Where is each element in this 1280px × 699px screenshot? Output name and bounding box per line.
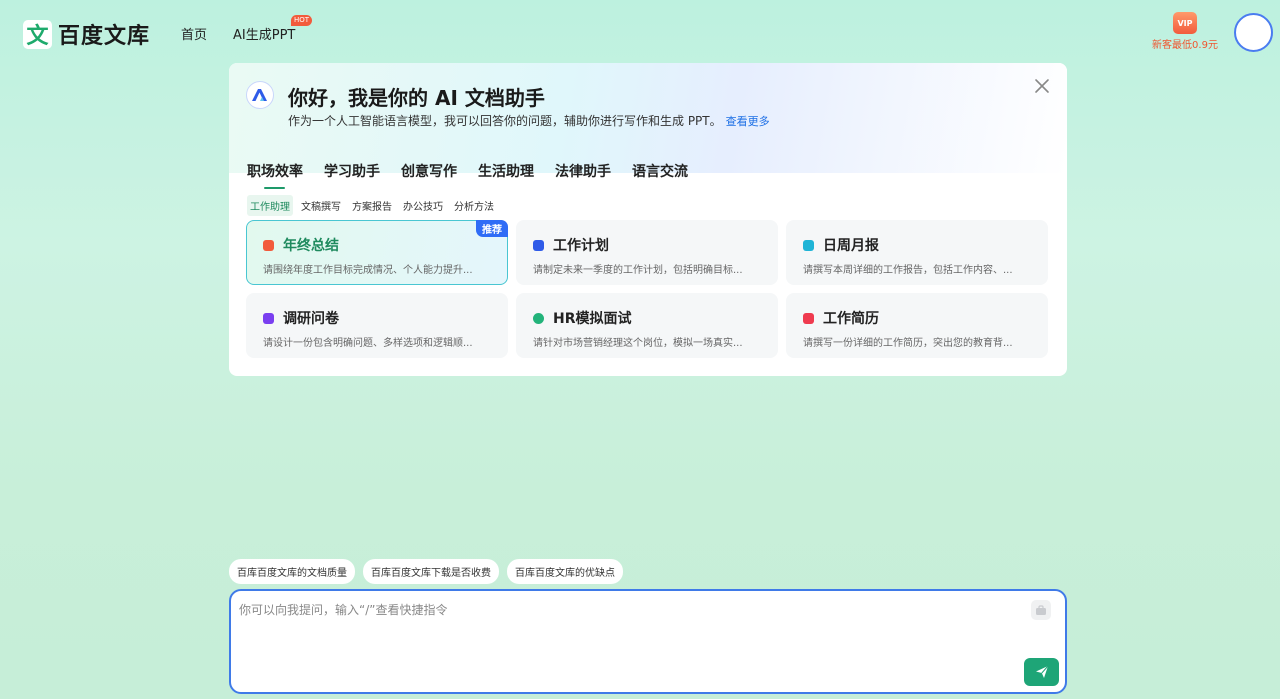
suggestion-chip[interactable]: 百库百度文库的优缺点 <box>507 559 623 584</box>
tab-legal[interactable]: 法律助手 <box>555 161 611 189</box>
baidu-wenku-logo[interactable]: 文 百度文库 <box>23 18 150 50</box>
prompt-title: 调研问卷 <box>283 311 339 327</box>
subtab-drafting[interactable]: 文稿撰写 <box>298 195 344 216</box>
logo-mark: 文 <box>23 19 52 49</box>
prompt-title: 日周月报 <box>823 238 879 254</box>
send-icon <box>1035 665 1048 678</box>
close-icon[interactable] <box>1033 77 1051 95</box>
prompt-description: 请围绕年度工作目标完成情况、个人能力提升... <box>263 265 473 276</box>
tab-life[interactable]: 生活助理 <box>478 161 534 189</box>
toolbox-icon[interactable] <box>1031 600 1051 620</box>
prompt-card-work-plan[interactable]: 工作计划 请制定未来一季度的工作计划，包括明确目标... <box>516 220 778 285</box>
ai-assistant-logo-icon <box>246 81 274 109</box>
prompt-title: 工作计划 <box>553 238 609 254</box>
chat-input[interactable] <box>239 601 1019 681</box>
survey-icon <box>263 312 274 324</box>
prompt-title: 年终总结 <box>283 238 339 254</box>
subtab-office-tips[interactable]: 办公技巧 <box>400 195 446 216</box>
assistant-title: 你好，我是你的 AI 文档助手 <box>288 86 545 110</box>
subtab-work-assistant[interactable]: 工作助理 <box>247 195 293 216</box>
chat-input-box <box>229 589 1067 694</box>
prompt-description: 请制定未来一季度的工作计划，包括明确目标... <box>533 265 743 276</box>
prompt-card-hr-interview[interactable]: HR模拟面试 请针对市场营销经理这个岗位，模拟一场真实... <box>516 293 778 358</box>
chart-icon <box>263 239 274 251</box>
vip-promo[interactable]: VIP 新客最低0.9元 <box>1150 12 1220 51</box>
subcategory-tabs: 工作助理 文稿撰写 方案报告 办公技巧 分析方法 <box>247 195 497 216</box>
assistant-card: 你好，我是你的 AI 文档助手 作为一个人工智能语言模型，我可以回答你的问题，辅… <box>229 63 1067 376</box>
prompt-description: 请撰写一份详细的工作简历，突出您的教育背... <box>803 338 1013 349</box>
tab-creative-writing[interactable]: 创意写作 <box>401 161 457 189</box>
interview-icon <box>533 312 544 324</box>
tab-workplace[interactable]: 职场效率 <box>247 161 303 189</box>
tab-language[interactable]: 语言交流 <box>632 161 688 189</box>
prompt-title: 工作简历 <box>823 311 879 327</box>
subtab-proposal-report[interactable]: 方案报告 <box>349 195 395 216</box>
prompt-description: 请撰写本周详细的工作报告，包括工作内容、... <box>803 265 1013 276</box>
assistant-subtitle-text: 作为一个人工智能语言模型，我可以回答你的问题，辅助你进行写作和生成 PPT。 <box>288 114 722 128</box>
prompt-card-periodic-report[interactable]: 日周月报 请撰写本周详细的工作报告，包括工作内容、... <box>786 220 1048 285</box>
prompt-title: HR模拟面试 <box>553 311 632 327</box>
recommended-badge: 推荐 <box>476 220 508 237</box>
prompt-card-survey[interactable]: 调研问卷 请设计一份包含明确问题、多样选项和逻辑顺... <box>246 293 508 358</box>
resume-icon <box>803 312 814 324</box>
prompt-description: 请针对市场营销经理这个岗位，模拟一场真实... <box>533 338 743 349</box>
subtab-analysis-methods[interactable]: 分析方法 <box>451 195 497 216</box>
prompt-card-year-end-summary[interactable]: 推荐 年终总结 请围绕年度工作目标完成情况、个人能力提升... <box>246 220 508 285</box>
suggestion-chip[interactable]: 百库百度文库的文档质量 <box>229 559 355 584</box>
nav-ai-ppt-link[interactable]: AI生成PPT <box>233 24 295 43</box>
prompt-cards: 推荐 年终总结 请围绕年度工作目标完成情况、个人能力提升... 工作计划 请制定… <box>246 220 1049 358</box>
vip-promo-label: 新客最低0.9元 <box>1152 40 1218 51</box>
suggestion-chip[interactable]: 百库百度文库下载是否收费 <box>363 559 499 584</box>
assistant-subtitle: 作为一个人工智能语言模型，我可以回答你的问题，辅助你进行写作和生成 PPT。 查看… <box>288 112 770 129</box>
vip-gift-icon: VIP <box>1173 12 1197 34</box>
logo-text: 百度文库 <box>58 24 151 49</box>
suggested-questions: 百库百度文库的文档质量 百库百度文库下载是否收费 百库百度文库的优缺点 <box>229 559 623 584</box>
report-icon <box>803 239 814 251</box>
category-tabs: 职场效率 学习助手 创意写作 生活助理 法律助手 语言交流 <box>247 161 688 189</box>
hot-badge: HOT <box>291 15 313 26</box>
prompt-card-resume[interactable]: 工作简历 请撰写一份详细的工作简历，突出您的教育背... <box>786 293 1048 358</box>
tab-study[interactable]: 学习助手 <box>324 161 380 189</box>
view-more-link[interactable]: 查看更多 <box>726 115 770 128</box>
nav-home-link[interactable]: 首页 <box>181 24 207 43</box>
send-button[interactable] <box>1024 658 1059 686</box>
prompt-description: 请设计一份包含明确问题、多样选项和逻辑顺... <box>263 338 473 349</box>
plan-icon <box>533 239 544 251</box>
user-avatar[interactable] <box>1234 13 1273 52</box>
